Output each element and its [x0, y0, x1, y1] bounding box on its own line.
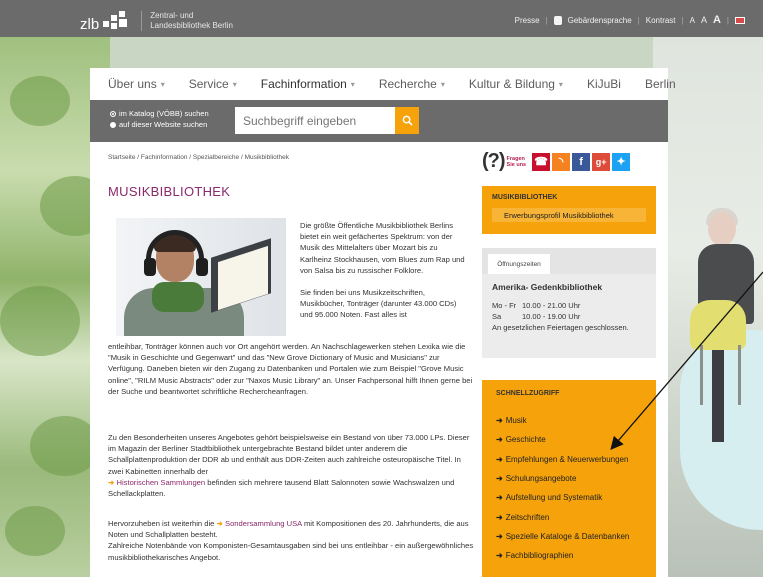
font-size-small[interactable]: A — [690, 16, 695, 25]
quick-access-box: SCHNELLZUGRIFF ➜ Musik ➜ Geschichte ➜ Empfe… — [482, 380, 656, 577]
rss-icon[interactable]: ◝ — [552, 152, 571, 171]
nav-item-kijubi[interactable]: KiJuBi — [587, 77, 621, 91]
twitter-icon[interactable]: ✦ — [612, 152, 631, 171]
chevron-down-icon: ▾ — [160, 79, 165, 89]
chevron-down-icon: ▾ — [232, 79, 237, 89]
chevron-down-icon: ▾ — [558, 79, 563, 89]
top-bar: zlb Zentral- und Landesbibliothek Berlin… — [0, 0, 763, 37]
nav-item-fachinformation[interactable]: Fachinformation ▾ — [261, 77, 355, 91]
holiday-note: An gesetzlichen Feiertagen geschlossen. — [492, 323, 629, 332]
link-sondersammlung-usa[interactable]: Sondersammlung USA — [225, 519, 302, 528]
main-navigation: Über uns ▾ Service ▾ Fachinformation ▾ Rech… — [90, 68, 676, 100]
phone-icon[interactable]: ☎ — [532, 152, 551, 171]
font-size-large[interactable]: A — [713, 14, 721, 26]
paragraph-specials: Zu den Besonderheiten unseres Angebotes … — [108, 433, 470, 499]
radio-catalog[interactable]: im Katalog (VÖBB) suchen — [110, 108, 209, 119]
tab-opening-hours[interactable]: Öffnungszeiten — [488, 254, 550, 274]
search-bar: im Katalog (VÖBB) suchen auf dieser Webs… — [90, 100, 668, 142]
quick-link-schulungsangebote[interactable]: ➜ Schulungsangebote — [496, 469, 656, 488]
nav-item-service[interactable]: Service ▾ — [189, 77, 237, 91]
logo-text: Zentral- und Landesbibliothek Berlin — [141, 10, 233, 31]
search-icon — [402, 115, 413, 126]
logo-abbreviation: zlb — [80, 16, 100, 33]
quick-link-musik[interactable]: ➜ Musik — [496, 411, 656, 430]
font-size-medium[interactable]: A — [701, 15, 707, 25]
erwerbungsprofil-button[interactable]: Erwerbungsprofil Musikbibliothek — [492, 208, 646, 222]
ask-us-label[interactable]: Fragen Sie uns — [507, 156, 527, 168]
language-flag-icon[interactable] — [735, 16, 745, 24]
quick-link-empfehlungen[interactable]: ➜ Empfehlungen & Neuerwerbungen — [496, 450, 656, 469]
page-title: MUSIKBIBLIOTHEK — [108, 184, 231, 199]
quick-link-geschichte[interactable]: ➜ Geschichte — [496, 430, 656, 449]
search-button[interactable] — [395, 107, 419, 134]
musikbibliothek-box: MUSIKBIBLIOTHEK Erwerbungsprofil Musikbi… — [482, 186, 656, 234]
background-chair-yellow — [690, 300, 746, 350]
link-historische-sammlungen[interactable]: Historischen Sammlungen — [117, 478, 206, 487]
opening-hours-box: Öffnungszeiten Amerika- Gedenkbibliothek… — [482, 248, 656, 358]
hours-row: Sa 10.00 - 19.00 Uhr — [492, 312, 581, 321]
intro-text: Die größte Öffentliche Musikbibliothek B… — [300, 221, 465, 320]
nav-item-berlin[interactable]: Berlin — [645, 77, 676, 91]
breadcrumb[interactable]: Startseite / Fachinformation / Spezialbe… — [108, 154, 289, 161]
facebook-icon[interactable]: f — [572, 152, 591, 171]
utility-links: Presse | Gebärdensprache | Kontrast | A … — [515, 14, 745, 26]
search-scope: im Katalog (VÖBB) suchen auf dieser Webs… — [110, 108, 209, 130]
search-input[interactable] — [235, 107, 395, 134]
kontrast-link[interactable]: Kontrast — [646, 16, 676, 25]
googleplus-icon[interactable]: g+ — [592, 152, 611, 171]
nav-item-kultur-bildung[interactable]: Kultur & Bildung ▾ — [469, 77, 563, 91]
quick-link-kataloge[interactable]: ➜ Spezielle Kataloge & Datenbanken — [496, 527, 656, 546]
library-name: Amerika- Gedenkbibliothek — [492, 282, 603, 292]
gebaerdensprache-link[interactable]: Gebärdensprache — [568, 16, 632, 25]
paragraph-collection: entleihbar, Tonträger können auch vor Or… — [108, 342, 473, 396]
hours-row: Mo - Fr 10.00 - 21.00 Uhr — [492, 301, 581, 310]
radio-website[interactable]: auf dieser Website suchen — [110, 119, 209, 130]
quick-link-fachbibliographien[interactable]: ➜ Fachbibliographien — [496, 546, 656, 565]
help-icon[interactable]: (?) — [482, 150, 506, 173]
nav-item-recherche[interactable]: Recherche ▾ — [379, 77, 445, 91]
paragraph-usa: Hervorzuheben ist weiterhin die ➜ Sonder… — [108, 519, 474, 562]
article-photo — [116, 218, 286, 336]
nav-item-ueber-uns[interactable]: Über uns ▾ — [108, 77, 165, 91]
quick-link-zeitschriften[interactable]: ➜ Zeitschriften — [496, 507, 656, 526]
chevron-down-icon: ▾ — [440, 79, 445, 89]
presse-link[interactable]: Presse — [515, 16, 540, 25]
chevron-down-icon: ▾ — [350, 79, 355, 89]
social-links: (?) Fragen Sie uns ☎ ◝ f g+ ✦ — [482, 150, 631, 173]
sign-language-icon[interactable] — [553, 15, 562, 25]
site-logo[interactable]: zlb Zentral- und Landesbibliothek Berlin — [80, 8, 233, 33]
logo-mark-icon — [103, 10, 131, 31]
page-content: Über uns ▾ Service ▾ Fachinformation ▾ Rech… — [90, 68, 676, 577]
quick-link-aufstellung[interactable]: ➜ Aufstellung und Systematik — [496, 488, 656, 507]
